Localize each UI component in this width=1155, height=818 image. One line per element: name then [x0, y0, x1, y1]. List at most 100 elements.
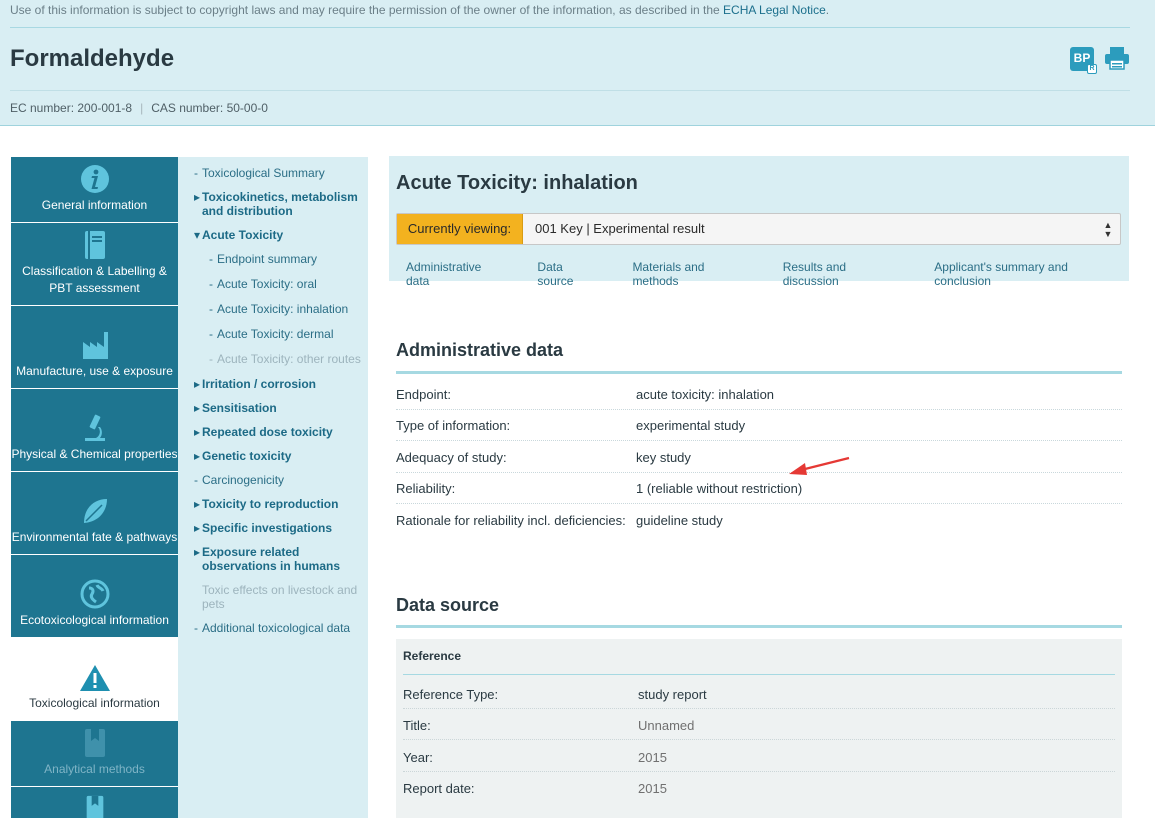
subnav-label: Acute Toxicity: other routes: [217, 352, 361, 366]
caret-down-icon: ▾: [194, 228, 201, 242]
subnav-acute-inhalation[interactable]: - Acute Toxicity: inhalation: [209, 302, 348, 316]
record-tabs: Administrative data Data source Material…: [396, 260, 1155, 288]
reference-row-type: Reference Type: study report: [403, 678, 1115, 709]
reference-divider: [403, 674, 1115, 675]
reference-box: Reference Reference Type: study report T…: [396, 639, 1122, 818]
nav-tile-environmental-fate[interactable]: Environmental fate & pathways: [11, 472, 178, 554]
ec-number: EC number: 200-001-8: [10, 101, 133, 115]
subnav-sensitisation[interactable]: ▸ Sensitisation: [194, 401, 277, 415]
subnav-reproduction[interactable]: ▸ Toxicity to reproduction: [194, 497, 338, 511]
biocidal-products-icon[interactable]: BP R: [1070, 47, 1097, 74]
nav-tile-toxicological[interactable]: Toxicological information: [11, 638, 178, 720]
nav-tile-analytical-methods[interactable]: Analytical methods: [11, 721, 178, 786]
field-value: 1 (reliable without restriction): [636, 481, 803, 496]
nav-tile-physical-chemical[interactable]: Physical & Chemical properties: [11, 389, 178, 471]
subnav-toxicological-summary[interactable]: - Toxicological Summary: [194, 166, 325, 180]
bp-label: BP: [1073, 51, 1091, 65]
dash-marker: -: [209, 277, 213, 291]
notice-divider: [10, 27, 1130, 28]
print-icon[interactable]: [1104, 46, 1130, 70]
info-icon: [80, 165, 109, 193]
tab-results-discussion[interactable]: Results and discussion: [783, 260, 913, 288]
dash-marker: -: [209, 327, 213, 341]
subnav-label: Additional toxicological data: [202, 621, 351, 635]
subnav-toxicokinetics[interactable]: ▸ Toxicokinetics, metabolism and distribu…: [194, 190, 368, 218]
field-label: Rationale for reliability incl. deficien…: [396, 513, 626, 528]
admin-row-rationale: Rationale for reliability incl. deficien…: [396, 504, 1122, 536]
section-navigation: General information Classification & Lab…: [11, 157, 178, 818]
currently-viewing-value: 001 Key | Experimental result: [535, 221, 705, 236]
nav-tile-more[interactable]: [11, 787, 178, 818]
admin-row-endpoint: Endpoint: acute toxicity: inhalation: [396, 378, 1122, 410]
nav-tile-classification-labelling[interactable]: Classification & Labelling & PBT assessm…: [11, 223, 178, 305]
nav-label: Toxicological information: [29, 696, 160, 710]
heading-divider: [396, 625, 1122, 628]
subnav-genetic[interactable]: ▸ Genetic toxicity: [194, 449, 291, 463]
field-value: study report: [638, 687, 707, 702]
subnav-repeated-dose[interactable]: ▸ Repeated dose toxicity: [194, 425, 333, 439]
reference-row-title: Title: Unnamed: [403, 709, 1115, 740]
dash-marker: -: [209, 302, 213, 316]
nav-tile-manufacture-use[interactable]: Manufacture, use & exposure: [11, 306, 178, 388]
field-value: acute toxicity: inhalation: [636, 387, 775, 402]
administrative-data-heading: Administrative data: [396, 340, 564, 360]
currently-viewing-label: Currently viewing:: [397, 214, 523, 244]
subnav-specific[interactable]: ▸ Specific investigations: [194, 521, 332, 535]
nav-label: Classification & Labelling & PBT assessm…: [22, 264, 167, 295]
subnav-endpoint-summary[interactable]: - Endpoint summary: [209, 252, 317, 266]
field-value: guideline study: [636, 513, 723, 528]
nav-label: Ecotoxicological information: [20, 613, 169, 627]
book-icon: [84, 231, 105, 259]
field-label: Title:: [403, 718, 431, 733]
field-label: Adequacy of study:: [396, 450, 507, 465]
subnav-exposure-related[interactable]: ▸ Exposure related observations in humans: [194, 545, 368, 573]
reference-row-year: Year: 2015: [403, 741, 1115, 772]
nav-tile-ecotoxicological[interactable]: Ecotoxicological information: [11, 555, 178, 637]
warning-icon: [79, 665, 110, 691]
subnav-acute-toxicity[interactable]: ▾ Acute Toxicity: [194, 228, 283, 242]
nav-label: Manufacture, use & exposure: [16, 364, 173, 378]
nav-label: Environmental fate & pathways: [11, 530, 178, 544]
caret-right-icon: ▸: [194, 545, 201, 559]
subnav-label: Exposure related observations in humans: [202, 545, 341, 573]
subnav-carcinogenicity[interactable]: - Carcinogenicity: [194, 473, 285, 487]
nav-label: General information: [41, 198, 148, 212]
field-value: key study: [636, 450, 691, 465]
tab-administrative-data[interactable]: Administrative data: [396, 260, 515, 288]
leaf-icon: [83, 499, 107, 523]
subnav-label: Toxic effects on livestock and pets: [202, 583, 358, 611]
field-label: Endpoint:: [396, 387, 451, 402]
reference-title: Reference: [403, 649, 462, 663]
subnav-acute-oral[interactable]: - Acute Toxicity: oral: [209, 277, 317, 291]
subnav-livestock: Toxic effects on livestock and pets: [202, 583, 368, 611]
tab-data-source[interactable]: Data source: [537, 260, 610, 288]
annotation-arrow-icon: [789, 456, 850, 475]
dash-marker: -: [194, 621, 198, 635]
field-label: Type of information:: [396, 418, 511, 433]
subnav-acute-other: - Acute Toxicity: other routes: [209, 352, 361, 366]
admin-row-adequacy: Adequacy of study: key study: [396, 441, 1122, 473]
subnav-label: Irritation / corrosion: [202, 377, 317, 391]
notice-text: Use of this information is subject to co…: [10, 3, 724, 17]
dash-marker: -: [194, 166, 198, 180]
subnav-additional[interactable]: - Additional toxicological data: [194, 621, 351, 635]
cas-number: CAS number: 50-00-0: [151, 101, 268, 115]
heading-divider: [396, 371, 1122, 374]
subnav-acute-dermal[interactable]: - Acute Toxicity: dermal: [209, 327, 334, 341]
eco-globe-icon: [80, 579, 109, 609]
dash-marker: -: [209, 352, 213, 366]
nav-tile-general-information[interactable]: General information: [11, 157, 178, 222]
tab-applicant-summary[interactable]: Applicant's summary and conclusion: [934, 260, 1133, 288]
caret-right-icon: ▸: [194, 497, 201, 511]
page-title: Formaldehyde: [10, 45, 175, 72]
field-label: Reliability:: [396, 481, 456, 496]
tab-materials-methods[interactable]: Materials and methods: [632, 260, 760, 288]
subnav-irritation[interactable]: ▸ Irritation / corrosion: [194, 377, 317, 391]
currently-viewing-select[interactable]: Currently viewing: 001 Key | Experimenta…: [396, 213, 1121, 245]
admin-row-type-of-information: Type of information: experimental study: [396, 409, 1122, 441]
page-header: Use of this information is subject to co…: [0, 0, 1155, 126]
field-value: 2015: [638, 781, 667, 796]
legal-notice-link[interactable]: ECHA Legal Notice: [723, 3, 826, 17]
bookmark-icon: [84, 729, 105, 757]
subnav-label: Carcinogenicity: [202, 473, 285, 487]
